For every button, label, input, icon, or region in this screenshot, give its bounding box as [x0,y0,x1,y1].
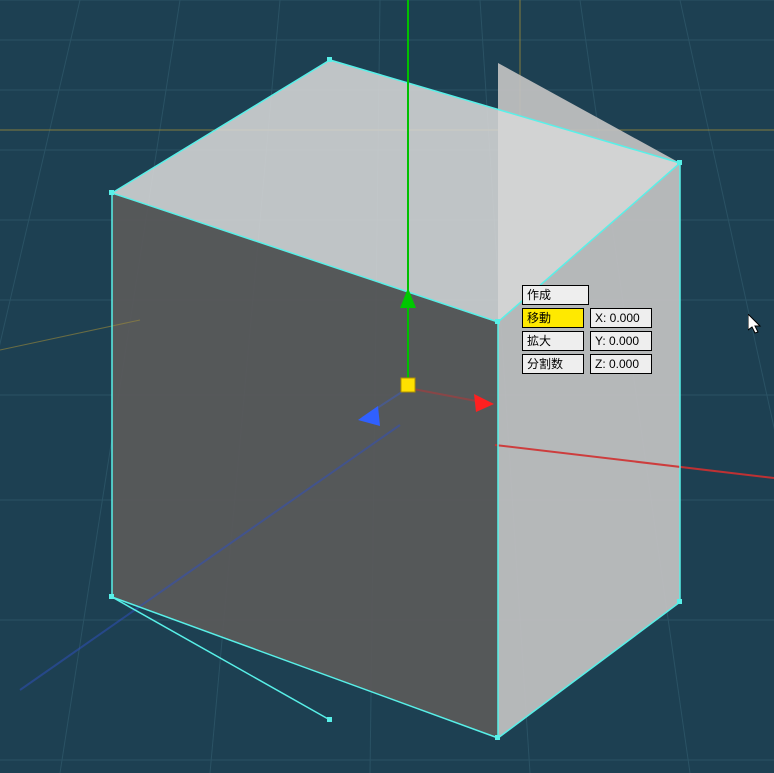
scene-svg [0,0,774,773]
gizmo-center[interactable] [401,378,415,392]
x-value-field[interactable]: X: 0.000 [590,308,652,328]
move-button[interactable]: 移動 [522,308,584,328]
transform-panel: 作成 移動 X: 0.000 拡大 Y: 0.000 分割数 Z: 0.000 [522,285,652,377]
scale-button[interactable]: 拡大 [522,331,584,351]
viewport-3d[interactable]: 作成 移動 X: 0.000 拡大 Y: 0.000 分割数 Z: 0.000 [0,0,774,773]
z-value-field[interactable]: Z: 0.000 [590,354,652,374]
create-button[interactable]: 作成 [522,285,589,305]
y-value-field[interactable]: Y: 0.000 [590,331,652,351]
subdivide-button[interactable]: 分割数 [522,354,584,374]
